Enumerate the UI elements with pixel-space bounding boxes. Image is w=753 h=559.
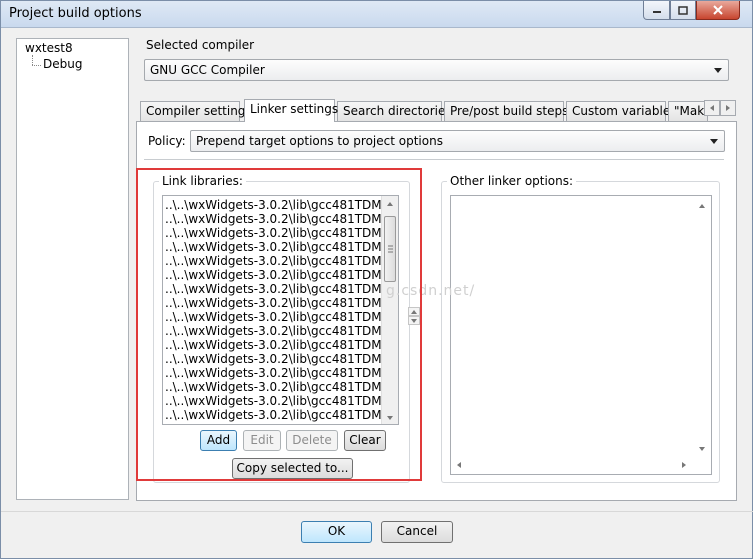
tab-make-commands[interactable]: "Make — [668, 101, 708, 122]
tab-compiler-settings[interactable]: Compiler settings — [140, 101, 252, 122]
compiler-select-value: GNU GCC Compiler — [150, 63, 265, 77]
policy-label: Policy: — [148, 134, 186, 148]
scroll-up-icon[interactable] — [699, 204, 705, 208]
settings-tabs: Compiler settings Linker settings Search… — [140, 99, 720, 122]
cancel-button[interactable]: Cancel — [381, 521, 453, 543]
project-build-options-window: Project build options wxtest8 Debug Sele… — [0, 0, 753, 559]
chevron-down-icon — [710, 139, 718, 144]
title-bar[interactable]: Project build options — [1, 1, 752, 28]
chevron-right-icon — [726, 105, 730, 111]
tree-item-project[interactable]: wxtest8 — [25, 41, 73, 55]
chevron-left-icon — [710, 105, 714, 111]
tab-linker-settings[interactable]: Linker settings — [244, 99, 338, 122]
tree-connector — [32, 55, 33, 65]
policy-select[interactable]: Prepend target options to project option… — [190, 130, 725, 152]
close-icon — [713, 5, 723, 15]
compiler-select[interactable]: GNU GCC Compiler — [144, 59, 729, 81]
tab-search-directories[interactable]: Search directories — [337, 101, 452, 122]
scroll-left-icon[interactable] — [457, 462, 461, 468]
tab-custom-variables[interactable]: Custom variables — [566, 101, 676, 122]
tree-item-debug[interactable]: Debug — [43, 57, 82, 71]
divider — [144, 159, 724, 160]
window-title: Project build options — [9, 6, 142, 21]
tab-scroll-right-button[interactable] — [720, 100, 736, 116]
other-linker-options-textarea[interactable] — [450, 195, 712, 475]
highlight-annotation-box — [136, 168, 422, 481]
targets-tree[interactable]: wxtest8 Debug — [16, 38, 129, 500]
minimize-icon — [652, 11, 661, 13]
minimize-button[interactable] — [643, 1, 670, 20]
divider — [1, 511, 753, 512]
other-linker-options-title: Other linker options: — [447, 174, 577, 188]
close-button[interactable] — [696, 1, 740, 20]
chevron-down-icon — [714, 68, 722, 73]
scroll-right-icon[interactable] — [682, 462, 686, 468]
tab-pre-post-build-steps[interactable]: Pre/post build steps — [444, 101, 568, 122]
ok-button[interactable]: OK — [301, 521, 372, 543]
tree-connector — [32, 65, 41, 66]
maximize-button[interactable] — [670, 1, 696, 20]
scroll-down-icon[interactable] — [699, 447, 705, 451]
tab-scroll-buttons — [704, 100, 736, 116]
maximize-icon — [678, 5, 688, 15]
tab-scroll-left-button[interactable] — [704, 100, 720, 116]
selected-compiler-label: Selected compiler — [146, 38, 255, 52]
policy-select-value: Prepend target options to project option… — [196, 134, 443, 148]
